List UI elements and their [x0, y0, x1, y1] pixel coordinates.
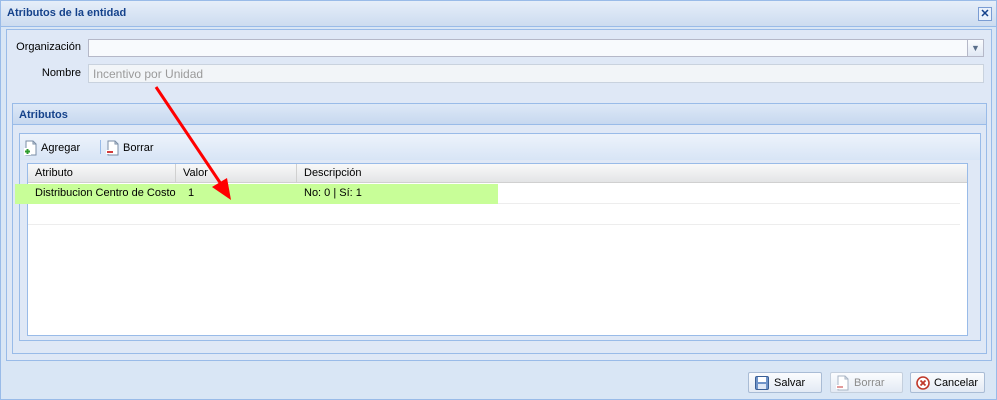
- dialog-window: Atributos de la entidad ✕ Organización ▼…: [0, 0, 997, 400]
- annotation-arrow: [154, 86, 231, 200]
